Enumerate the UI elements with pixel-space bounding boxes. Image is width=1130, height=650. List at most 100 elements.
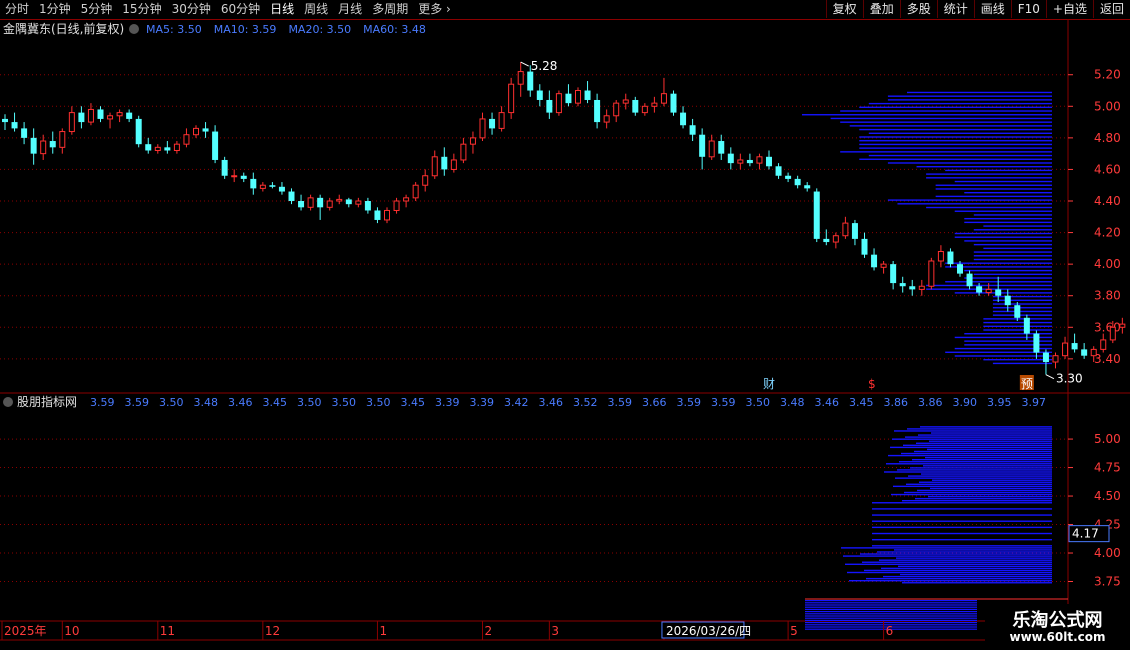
volume-profile-bar-33 xyxy=(964,240,1052,242)
sub-profile-bar-61 xyxy=(925,456,1052,459)
sub-value-12: 3.42 xyxy=(504,396,529,409)
sub-value-8: 3.50 xyxy=(366,396,391,409)
sub-profile-lower-bar-1 xyxy=(805,602,977,604)
period-tab-10[interactable]: 更多 › xyxy=(413,0,456,19)
candle-body-46 xyxy=(441,156,448,170)
tool-button-7[interactable]: 返回 xyxy=(1092,0,1130,18)
period-tab-6[interactable]: 日线 xyxy=(265,0,299,19)
period-tab-1[interactable]: 1分钟 xyxy=(34,0,76,19)
volume-profile-bar-29 xyxy=(973,255,1052,257)
sub-profile-bar-59 xyxy=(899,461,1052,463)
volume-profile-bar-52 xyxy=(945,169,1052,172)
volume-profile-bar-71 xyxy=(887,99,1052,101)
sub-profile-bar-15 xyxy=(877,551,1052,553)
volume-profile-bar-64 xyxy=(849,125,1052,127)
candle-body-84 xyxy=(804,185,811,189)
sub-profile-bar-54 xyxy=(884,471,1052,473)
kline-chart: 3.40 3.60 3.80 4.00 4.20 4.40 4.60 4.80 5.00 5.20… xyxy=(0,20,1130,641)
candle-body-105 xyxy=(1004,295,1011,306)
candle-body-65 xyxy=(622,99,629,104)
main-tick-label-0: 3.40 xyxy=(1094,352,1121,366)
main-tick-label-3: 4.00 xyxy=(1094,257,1121,271)
high-pointer-line xyxy=(520,61,529,67)
volume-profile-bar-17 xyxy=(992,299,1052,302)
volume-profile-bar-45 xyxy=(935,195,1052,198)
candle-body-2 xyxy=(21,128,28,138)
candle-body-71 xyxy=(680,112,687,126)
tool-button-4[interactable]: 画线 xyxy=(973,0,1011,18)
candle-body-0 xyxy=(2,118,8,123)
sub-profile-bar-70 xyxy=(892,438,1052,440)
volume-profile-bar-23 xyxy=(964,277,1052,279)
candle-body-96 xyxy=(918,285,925,290)
period-tab-4[interactable]: 30分钟 xyxy=(167,0,216,19)
candle-body-95 xyxy=(909,286,916,290)
period-tab-7[interactable]: 周线 xyxy=(299,0,333,19)
event-marker-2: 预 xyxy=(1021,377,1033,391)
period-tab-5[interactable]: 60分钟 xyxy=(216,0,265,19)
candle-body-10 xyxy=(97,109,104,119)
sub-profile-bar-42 xyxy=(928,495,1052,498)
sub-profile-bar-12 xyxy=(896,557,1052,559)
candle-body-112 xyxy=(1071,343,1078,350)
tool-button-6[interactable]: +自选 xyxy=(1045,0,1093,18)
candle-body-72 xyxy=(689,125,696,135)
ma-legend-0: MA5: 3.50 xyxy=(146,23,202,36)
sub-profile-lower-bar-2 xyxy=(805,604,977,606)
volume-profile-bar-46 xyxy=(964,191,1052,194)
candle-body-81 xyxy=(775,166,782,176)
sub-value-19: 3.50 xyxy=(746,396,771,409)
sub-tick-label-5: 5.00 xyxy=(1094,432,1121,446)
candle-body-70 xyxy=(670,93,677,113)
sub-value-27: 3.97 xyxy=(1022,396,1047,409)
sub-profile-bar-52 xyxy=(908,475,1052,477)
tool-button-1[interactable]: 叠加 xyxy=(862,0,900,18)
candle-body-27 xyxy=(259,184,266,189)
tool-button-3[interactable]: 统计 xyxy=(936,0,974,18)
candle-body-90 xyxy=(861,238,868,255)
volume-profile-bar-68 xyxy=(840,110,1052,112)
candle-body-3 xyxy=(30,137,37,154)
candle-body-93 xyxy=(890,264,897,284)
sub-profile-bar-62 xyxy=(888,454,1052,457)
sub-profile-bar-13 xyxy=(843,555,1052,557)
ma-legend-2: MA20: 3.50 xyxy=(288,23,351,36)
period-tab-8[interactable]: 月线 xyxy=(333,0,367,19)
sub-profile-bar-16 xyxy=(894,549,1052,551)
candle-body-7 xyxy=(68,112,75,133)
current-value-label: 4.17 xyxy=(1072,527,1099,541)
candle-body-104 xyxy=(995,289,1002,296)
candle-body-17 xyxy=(164,147,171,151)
period-tab-3[interactable]: 15分钟 xyxy=(117,0,166,19)
volume-profile-bar-0 xyxy=(992,362,1052,365)
volume-profile-bar-73 xyxy=(907,91,1052,94)
tool-button-2[interactable]: 多股 xyxy=(899,0,937,18)
period-tab-9[interactable]: 多周期 xyxy=(367,0,413,19)
sub-tick-label-3: 4.50 xyxy=(1094,489,1121,503)
sub-profile-bar-36 xyxy=(872,508,1052,510)
sub-profile-bar-47 xyxy=(893,485,1052,488)
main-tick-label-8: 5.00 xyxy=(1094,99,1121,113)
time-label-1: 10 xyxy=(64,624,79,638)
sub-profile-bar-51 xyxy=(895,477,1052,479)
volume-profile-bar-43 xyxy=(897,203,1052,205)
low-pointer-line xyxy=(1045,374,1055,380)
main-tick-label-6: 4.60 xyxy=(1094,162,1121,176)
candle-body-89 xyxy=(851,223,858,239)
volume-profile-bar-62 xyxy=(868,132,1052,134)
candle-body-14 xyxy=(135,118,142,145)
candle-body-103 xyxy=(985,288,992,294)
sub-profile-lower-bar-9 xyxy=(805,619,977,621)
tool-button-5[interactable]: F10 xyxy=(1010,0,1046,18)
sub-value-3: 3.48 xyxy=(194,396,219,409)
sub-profile-bar-1 xyxy=(849,580,1052,582)
sub-profile-bar-41 xyxy=(915,497,1052,500)
sub-chart-title: 股朋指标网 xyxy=(17,394,77,409)
period-tab-2[interactable]: 5分钟 xyxy=(76,0,118,19)
candle-body-58 xyxy=(555,93,562,114)
tool-button-0[interactable]: 复权 xyxy=(825,0,863,18)
candle-body-1 xyxy=(11,122,18,129)
period-tab-0[interactable]: 分时 xyxy=(0,0,34,19)
sub-value-21: 3.46 xyxy=(815,396,840,409)
candle-body-23 xyxy=(221,159,228,176)
